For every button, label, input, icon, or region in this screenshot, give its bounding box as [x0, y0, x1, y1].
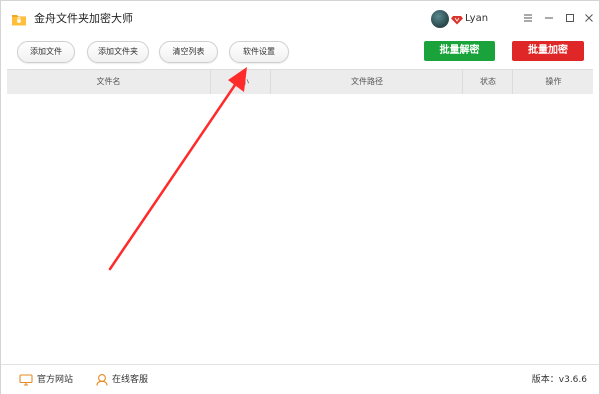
online-service-link[interactable]: 在线客服: [96, 372, 148, 388]
column-header-size[interactable]: 大小: [210, 70, 271, 94]
user-avatar[interactable]: [431, 10, 449, 28]
headset-icon: [96, 374, 108, 386]
app-title: 金舟文件夹加密大师: [34, 12, 133, 25]
add-file-button[interactable]: 添加文件: [17, 41, 75, 63]
column-header-action[interactable]: 操作: [512, 70, 594, 94]
status-bar: 官方网站 在线客服 版本：v3.6.6: [1, 364, 599, 394]
column-header-path[interactable]: 文件路径: [270, 70, 463, 94]
clear-list-button[interactable]: 清空列表: [159, 41, 218, 63]
app-window: 金舟文件夹加密大师 Lyan 添加文件 添加文件夹 清空列表 软件设置 批量解密…: [0, 0, 600, 394]
monitor-icon: [19, 373, 33, 386]
column-header-status[interactable]: 状态: [462, 70, 513, 94]
version-text: 版本：v3.6.6: [531, 375, 587, 385]
online-service-label[interactable]: 在线客服: [112, 375, 148, 385]
table-header: 文件名 大小 文件路径 状态 操作: [7, 69, 593, 95]
file-list[interactable]: [7, 94, 593, 364]
minimize-icon[interactable]: [540, 10, 558, 28]
vip-diamond-icon: [451, 16, 463, 25]
settings-button[interactable]: 软件设置: [229, 41, 289, 63]
official-site-link[interactable]: 官方网站: [19, 372, 73, 388]
batch-decrypt-button[interactable]: 批量解密: [424, 41, 495, 61]
close-icon[interactable]: [580, 10, 598, 28]
menu-icon[interactable]: [519, 10, 537, 28]
official-site-label[interactable]: 官方网站: [37, 375, 73, 385]
user-name[interactable]: Lyan: [465, 11, 488, 27]
column-header-filename[interactable]: 文件名: [7, 70, 210, 94]
maximize-icon[interactable]: [561, 10, 579, 28]
title-bar[interactable]: 金舟文件夹加密大师 Lyan: [1, 1, 599, 37]
app-logo-icon: [12, 15, 26, 26]
batch-encrypt-button[interactable]: 批量加密: [512, 41, 584, 61]
add-folder-button[interactable]: 添加文件夹: [87, 41, 149, 63]
toolbar: 添加文件 添加文件夹 清空列表 软件设置 批量解密 批量加密: [1, 37, 599, 69]
